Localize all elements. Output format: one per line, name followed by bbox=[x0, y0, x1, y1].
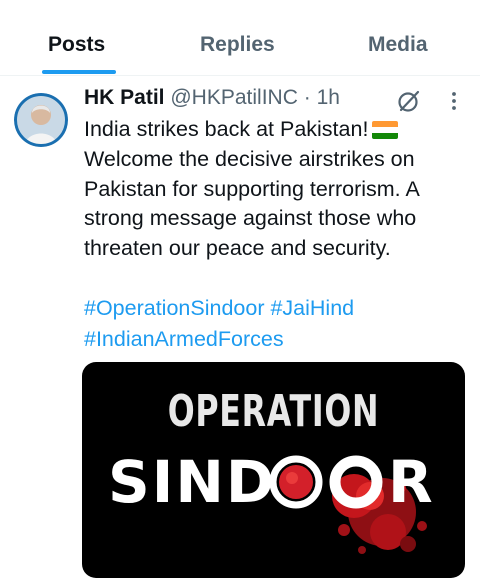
separator-dot: · bbox=[303, 86, 311, 109]
post-line: Welcome the decisive airstrikes on bbox=[84, 146, 415, 171]
more-icon[interactable] bbox=[448, 90, 460, 114]
india-flag-icon bbox=[372, 121, 399, 140]
post-line: strong message against those who bbox=[84, 206, 417, 231]
hashtag-link[interactable]: #OperationSindoor bbox=[84, 296, 264, 320]
hashtag-link[interactable]: #JaiHind bbox=[270, 296, 354, 320]
hashtags: #OperationSindoor #JaiHind #IndianArmedF… bbox=[84, 293, 354, 355]
tab-posts[interactable]: Posts bbox=[48, 33, 105, 57]
post-line: Pakistan for supporting terrorism. A bbox=[84, 176, 420, 201]
post-header: HK Patil @HKPatilINC · 1h bbox=[84, 86, 340, 110]
letter-o-icon bbox=[329, 455, 383, 509]
post-time[interactable]: 1h bbox=[317, 86, 340, 109]
author-name[interactable]: HK Patil bbox=[84, 86, 165, 109]
profile-tabs: Posts Replies Media bbox=[0, 0, 480, 76]
tab-replies[interactable]: Replies bbox=[200, 33, 275, 57]
author-handle[interactable]: @HKPatilINC bbox=[170, 86, 298, 109]
sindoor-bowl-icon bbox=[269, 455, 323, 509]
media-title-line1: OPERATION bbox=[167, 386, 380, 437]
hashtag-link[interactable]: #IndianArmedForces bbox=[84, 327, 284, 351]
post-line: India strikes back at Pakistan! bbox=[84, 115, 468, 145]
post-text: India strikes back at Pakistan! Welcome … bbox=[84, 115, 468, 264]
active-tab-indicator bbox=[42, 70, 116, 74]
post-line: threaten our peace and security. bbox=[84, 236, 391, 261]
post-media-image[interactable]: OPERATION SIND R bbox=[82, 362, 465, 578]
grok-icon[interactable] bbox=[396, 88, 422, 114]
tabs-divider bbox=[0, 75, 480, 76]
tab-media[interactable]: Media bbox=[368, 33, 428, 57]
avatar[interactable] bbox=[14, 93, 68, 147]
